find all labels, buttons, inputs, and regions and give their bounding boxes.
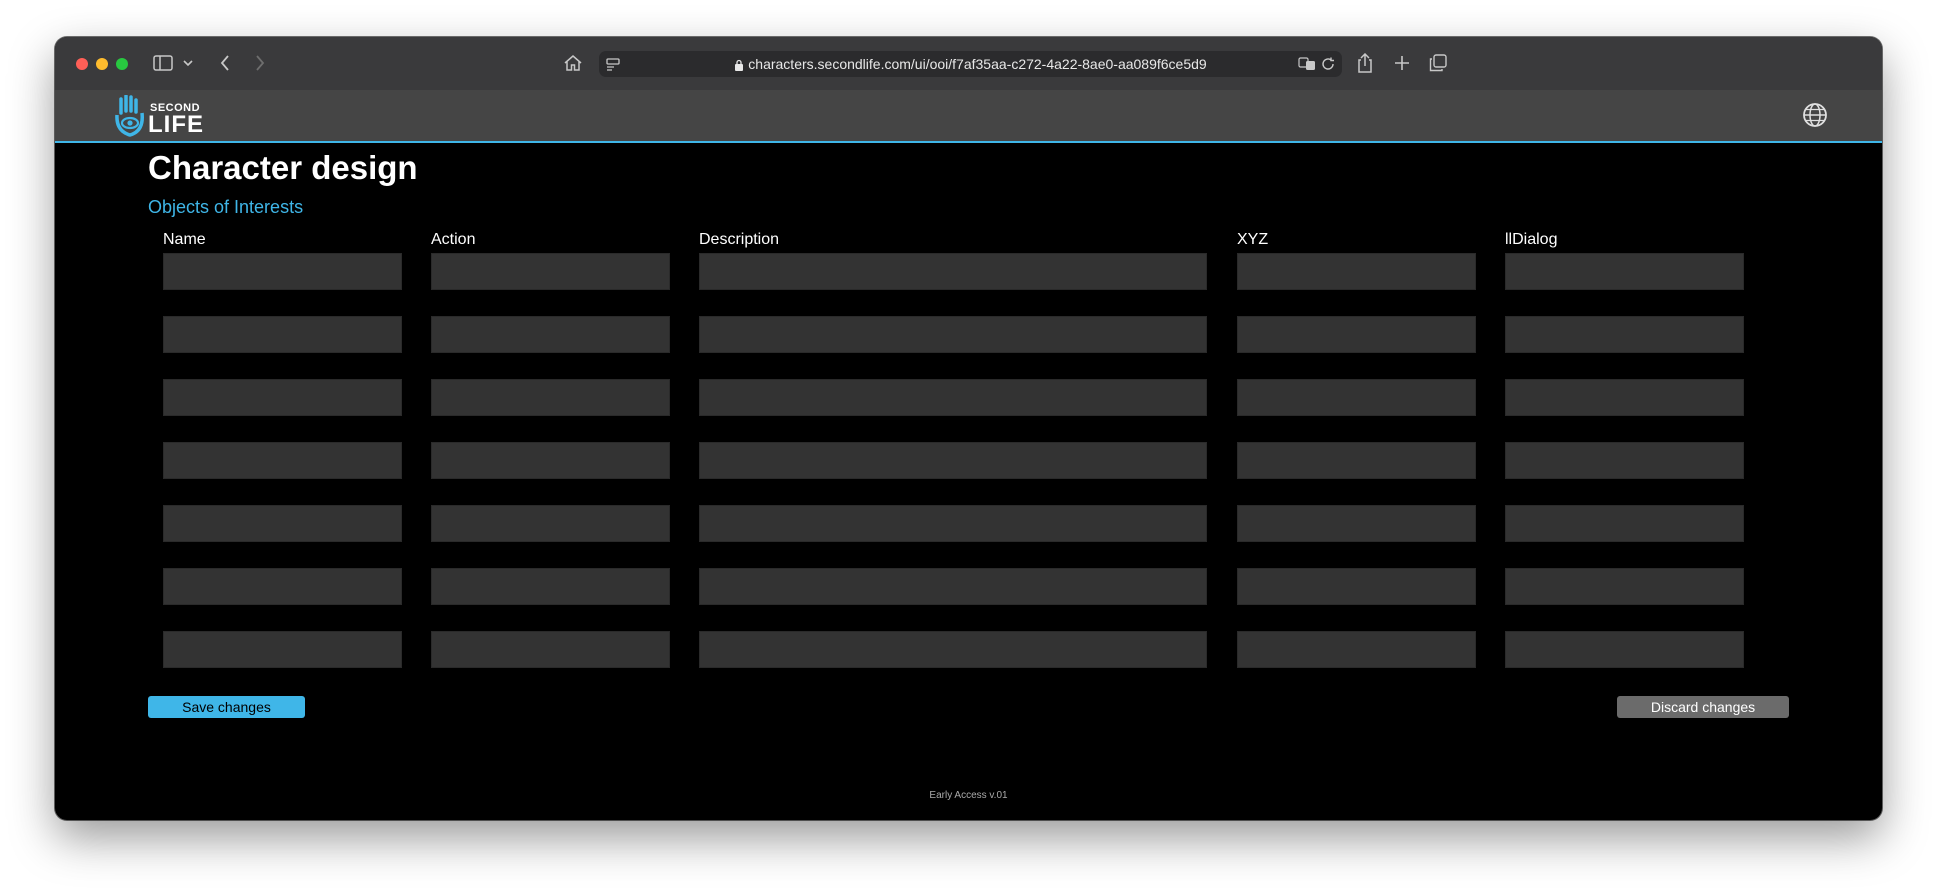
name-field[interactable] bbox=[163, 442, 402, 479]
url-text[interactable]: characters.secondlife.com/ui/ooi/f7af35a… bbox=[748, 56, 1206, 72]
name-field[interactable] bbox=[163, 568, 402, 605]
description-field[interactable] bbox=[699, 379, 1207, 416]
new-tab-icon[interactable] bbox=[1392, 53, 1412, 73]
name-field[interactable] bbox=[163, 631, 402, 668]
lldialog-field[interactable] bbox=[1505, 379, 1744, 416]
xyz-field[interactable] bbox=[1237, 379, 1476, 416]
xyz-field[interactable] bbox=[1237, 631, 1476, 668]
description-field[interactable] bbox=[699, 316, 1207, 353]
lldialog-field[interactable] bbox=[1505, 316, 1744, 353]
save-changes-button[interactable]: Save changes bbox=[148, 696, 305, 718]
xyz-field[interactable] bbox=[1237, 568, 1476, 605]
lldialog-field[interactable] bbox=[1505, 631, 1744, 668]
column-header-action: Action bbox=[431, 231, 476, 248]
action-field[interactable] bbox=[431, 631, 670, 668]
page-title: Character design bbox=[148, 149, 418, 186]
column-header-lldialog: llDialog bbox=[1505, 231, 1558, 248]
description-field[interactable] bbox=[699, 505, 1207, 542]
address-bar[interactable]: characters.secondlife.com/ui/ooi/f7af35a… bbox=[599, 51, 1342, 77]
xyz-field[interactable] bbox=[1237, 253, 1476, 290]
action-field[interactable] bbox=[431, 316, 670, 353]
back-icon[interactable] bbox=[218, 53, 232, 73]
reload-icon[interactable] bbox=[1320, 56, 1336, 72]
column-header-xyz: XYZ bbox=[1237, 231, 1269, 248]
lldialog-field[interactable] bbox=[1505, 253, 1744, 290]
browser-window: characters.secondlife.com/ui/ooi/f7af35a… bbox=[55, 37, 1882, 820]
translate-icon[interactable] bbox=[1298, 56, 1316, 72]
action-field[interactable] bbox=[431, 505, 670, 542]
description-field[interactable] bbox=[699, 253, 1207, 290]
tab-overview-icon[interactable] bbox=[1428, 53, 1448, 73]
name-field[interactable] bbox=[163, 379, 402, 416]
share-icon[interactable] bbox=[1355, 52, 1375, 74]
description-field[interactable] bbox=[699, 631, 1207, 668]
xyz-field[interactable] bbox=[1237, 505, 1476, 542]
sidebar-icon[interactable] bbox=[152, 54, 174, 72]
hand-eye-icon bbox=[115, 95, 144, 137]
logo-life-text: LIFE bbox=[148, 111, 204, 138]
version-footer: Early Access v.01 bbox=[929, 790, 1008, 801]
column-header-name: Name bbox=[163, 231, 206, 248]
close-window-button[interactable] bbox=[76, 58, 88, 70]
action-field[interactable] bbox=[431, 253, 670, 290]
action-field[interactable] bbox=[431, 442, 670, 479]
description-field[interactable] bbox=[699, 568, 1207, 605]
globe-icon[interactable] bbox=[1802, 102, 1828, 128]
second-life-logo[interactable]: SECOND LIFE bbox=[114, 95, 204, 138]
section-title: Objects of Interests bbox=[148, 197, 304, 217]
xyz-field[interactable] bbox=[1237, 316, 1476, 353]
name-field[interactable] bbox=[163, 505, 402, 542]
discard-changes-button[interactable]: Discard changes bbox=[1617, 696, 1789, 718]
forward-icon[interactable] bbox=[253, 53, 267, 73]
column-header-description: Description bbox=[699, 231, 780, 248]
chevron-down-icon[interactable] bbox=[182, 58, 194, 68]
name-field[interactable] bbox=[163, 316, 402, 353]
minimize-window-button[interactable] bbox=[96, 58, 108, 70]
name-field[interactable] bbox=[163, 253, 402, 290]
lldialog-field[interactable] bbox=[1505, 568, 1744, 605]
action-field[interactable] bbox=[431, 568, 670, 605]
lldialog-field[interactable] bbox=[1505, 505, 1744, 542]
site-header: SECOND LIFE bbox=[55, 90, 1882, 143]
xyz-field[interactable] bbox=[1237, 442, 1476, 479]
action-field[interactable] bbox=[431, 379, 670, 416]
zoom-window-button[interactable] bbox=[116, 58, 128, 70]
description-field[interactable] bbox=[699, 442, 1207, 479]
lock-icon bbox=[734, 53, 744, 79]
browser-toolbar: characters.secondlife.com/ui/ooi/f7af35a… bbox=[55, 37, 1882, 91]
home-icon[interactable] bbox=[562, 53, 584, 73]
lldialog-field[interactable] bbox=[1505, 442, 1744, 479]
